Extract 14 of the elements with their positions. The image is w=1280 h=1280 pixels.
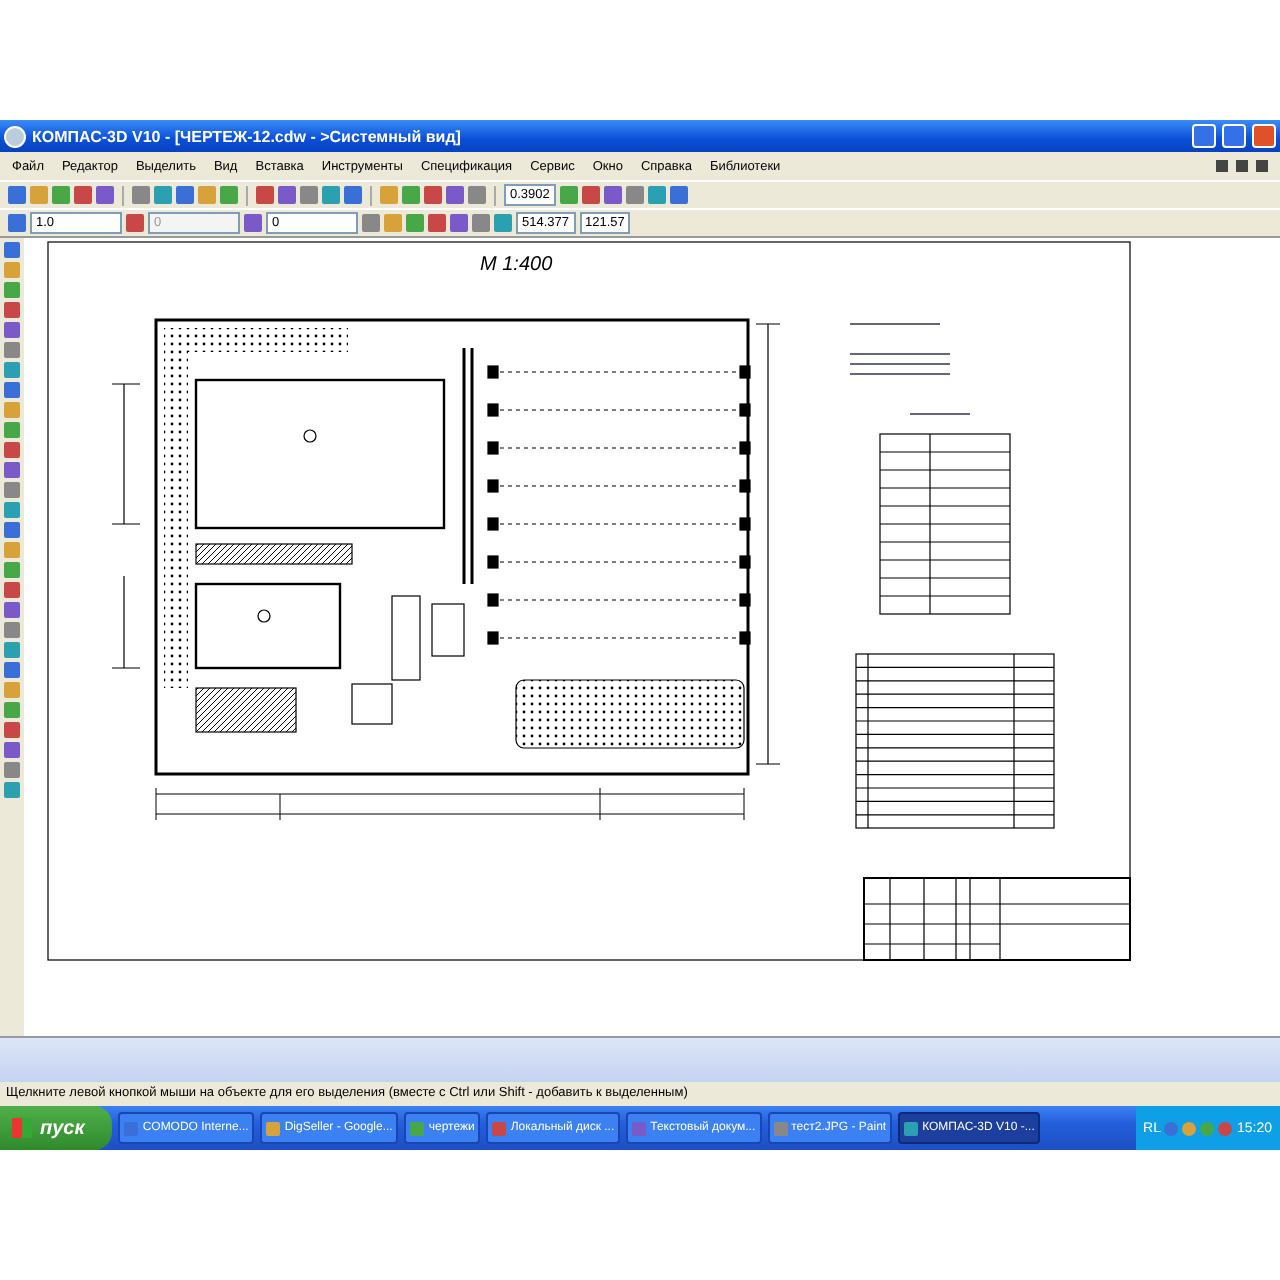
- app-icon: [124, 1121, 139, 1135]
- app-icon: [4, 125, 26, 147]
- app-icon: [773, 1121, 788, 1135]
- app-icon: [410, 1121, 425, 1135]
- app-icon: [632, 1121, 647, 1135]
- minimize-button[interactable]: [1192, 124, 1216, 148]
- app-icon: [266, 1121, 281, 1135]
- windows-flag-icon: [12, 1118, 32, 1138]
- close-button[interactable]: [1252, 124, 1276, 148]
- window-title: КОМПАС-3D V10 - [ЧЕРТЕЖ-12.cdw - >Системный вид]: [32, 127, 463, 145]
- scale-label: М 1:400: [480, 254, 553, 276]
- restore-button[interactable]: [1222, 124, 1246, 148]
- app-icon: [492, 1121, 507, 1135]
- app-icon: [904, 1121, 919, 1135]
